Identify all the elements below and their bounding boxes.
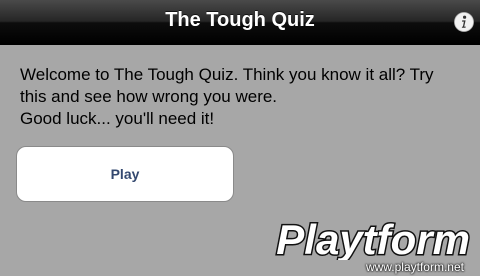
watermark-logo-text: Playtform	[276, 216, 470, 260]
play-button[interactable]: Play	[16, 146, 234, 202]
watermark: Playtform www.playtform.net	[254, 216, 474, 274]
nav-title: The Tough Quiz	[165, 9, 315, 31]
info-button[interactable]	[454, 12, 474, 32]
playtform-logo: Playtform	[275, 216, 472, 260]
welcome-text: Welcome to The Tough Quiz. Think you kno…	[20, 64, 470, 130]
navigation-bar: The Tough Quiz	[0, 0, 480, 45]
welcome-line-3: Good luck... you'll need it!	[20, 109, 215, 128]
watermark-url: www.playtform.net	[365, 260, 464, 274]
play-button-label: Play	[110, 166, 140, 182]
welcome-line-2: this and see how wrong you were.	[20, 87, 278, 106]
welcome-line-1: Welcome to The Tough Quiz. Think you kno…	[20, 65, 434, 84]
info-icon	[454, 12, 474, 32]
